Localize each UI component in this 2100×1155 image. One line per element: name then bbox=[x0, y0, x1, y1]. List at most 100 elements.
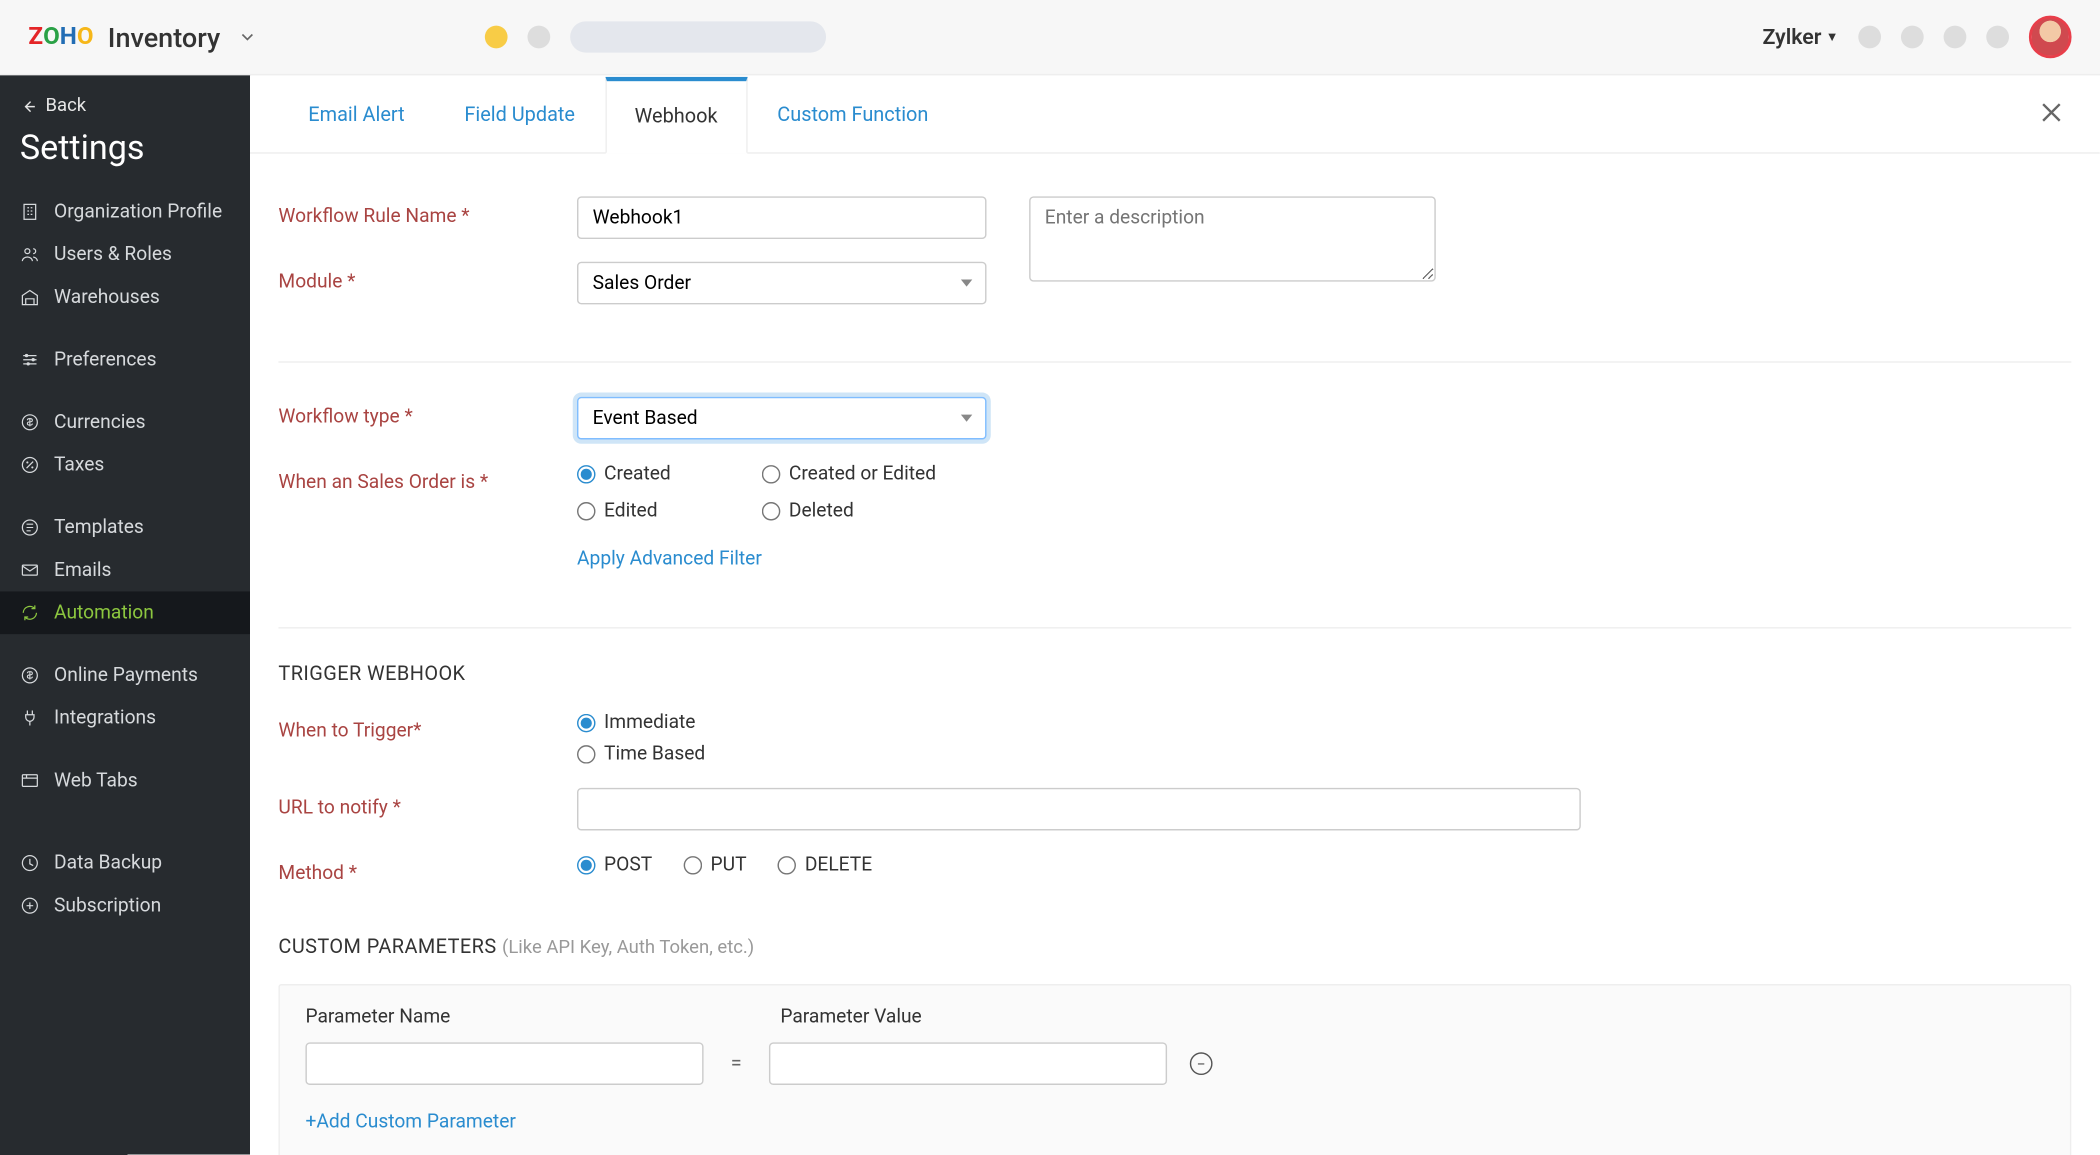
rule-name-label: Workflow Rule Name * bbox=[279, 196, 578, 227]
org-switcher[interactable]: Zylker ▼ bbox=[1762, 24, 1838, 50]
sliders-icon bbox=[20, 350, 40, 370]
sidebar-item-label: Data Backup bbox=[54, 852, 162, 875]
refresh-icon bbox=[20, 603, 40, 623]
sidebar-item-users[interactable]: Users & Roles bbox=[0, 233, 250, 276]
sidebar-item-emails[interactable]: Emails bbox=[0, 549, 250, 592]
param-name-header: Parameter Name bbox=[306, 1005, 704, 1028]
users-icon bbox=[20, 245, 40, 265]
radio-post[interactable]: POST bbox=[577, 853, 652, 876]
radio-immediate[interactable]: Immediate bbox=[577, 711, 705, 734]
radio-created[interactable]: Created bbox=[577, 462, 762, 485]
sidebar-item-preferences[interactable]: Preferences bbox=[0, 338, 250, 381]
back-label: Back bbox=[45, 95, 86, 116]
sidebar-item-label: Online Payments bbox=[54, 664, 198, 687]
product-name: Inventory bbox=[108, 21, 220, 54]
sidebar-item-integrations[interactable]: Integrations bbox=[0, 697, 250, 740]
sidebar-item-taxes[interactable]: Taxes bbox=[0, 444, 250, 487]
radio-label: Time Based bbox=[604, 742, 705, 765]
equals-sign: = bbox=[727, 1052, 747, 1075]
mail-icon bbox=[20, 560, 40, 580]
sidebar-item-label: Templates bbox=[54, 516, 144, 539]
warehouse-icon bbox=[20, 287, 40, 307]
workflow-type-select[interactable]: Event Based bbox=[577, 397, 986, 440]
rule-name-input[interactable] bbox=[577, 196, 986, 239]
sidebar-item-templates[interactable]: Templates bbox=[0, 506, 250, 549]
percent-icon bbox=[20, 455, 40, 475]
sidebar-item-webtabs[interactable]: Web Tabs bbox=[0, 759, 250, 802]
topbar-placeholders bbox=[485, 21, 826, 52]
radio-label: Immediate bbox=[604, 711, 695, 734]
tab-email-alert[interactable]: Email Alert bbox=[279, 77, 435, 152]
sidebar: Back Settings Organization Profile Users… bbox=[0, 75, 250, 1154]
sidebar-item-label: Automation bbox=[54, 601, 154, 624]
remove-param-icon[interactable]: − bbox=[1190, 1052, 1213, 1075]
plug-icon bbox=[20, 708, 40, 728]
param-name-input[interactable] bbox=[306, 1042, 704, 1085]
radio-label: Deleted bbox=[789, 499, 854, 522]
sidebar-item-warehouses[interactable]: Warehouses bbox=[0, 276, 250, 319]
backup-icon bbox=[20, 853, 40, 873]
back-link[interactable]: Back bbox=[0, 95, 250, 128]
sidebar-item-label: Integrations bbox=[54, 707, 156, 730]
radio-edited[interactable]: Edited bbox=[577, 499, 762, 522]
radio-label: Created or Edited bbox=[789, 462, 936, 485]
radio-delete[interactable]: DELETE bbox=[778, 853, 872, 876]
logo-area[interactable]: ZOHO Inventory bbox=[28, 21, 257, 54]
dollar-icon bbox=[20, 665, 40, 685]
params-section-header: CUSTOM PARAMETERS (Like API Key, Auth To… bbox=[279, 936, 2072, 959]
close-icon[interactable] bbox=[2037, 98, 2065, 126]
tabs: Email Alert Field Update Webhook Custom … bbox=[250, 77, 2100, 154]
sidebar-item-currencies[interactable]: Currencies bbox=[0, 401, 250, 444]
sidebar-item-label: Subscription bbox=[54, 894, 161, 917]
param-value-input[interactable] bbox=[769, 1042, 1167, 1085]
description-textarea[interactable] bbox=[1029, 196, 1436, 281]
radio-deleted[interactable]: Deleted bbox=[762, 499, 989, 522]
url-input[interactable] bbox=[577, 788, 1581, 831]
when-label: When an Sales Order is * bbox=[279, 462, 578, 493]
tab-label: Email Alert bbox=[309, 104, 405, 127]
radio-time-based[interactable]: Time Based bbox=[577, 742, 705, 765]
trigger-section-header: TRIGGER WEBHOOK bbox=[279, 663, 2072, 686]
param-value-header: Parameter Value bbox=[781, 1005, 1179, 1028]
advanced-filter-link[interactable]: Apply Advanced Filter bbox=[577, 547, 762, 570]
chevron-down-icon[interactable] bbox=[237, 27, 257, 47]
sub-icon bbox=[20, 896, 40, 916]
sidebar-item-label: Warehouses bbox=[54, 286, 160, 309]
module-select[interactable]: Sales Order bbox=[577, 262, 986, 305]
sidebar-item-label: Web Tabs bbox=[54, 769, 138, 792]
method-label: Method * bbox=[279, 853, 578, 884]
org-name-label: Zylker bbox=[1762, 24, 1821, 50]
dollar-icon bbox=[20, 412, 40, 432]
radio-created-edited[interactable]: Created or Edited bbox=[762, 462, 989, 485]
params-title: CUSTOM PARAMETERS bbox=[279, 936, 497, 959]
avatar[interactable] bbox=[2029, 16, 2072, 59]
sidebar-item-label: Currencies bbox=[54, 411, 145, 434]
when-trigger-label: When to Trigger* bbox=[279, 711, 578, 742]
params-hint: (Like API Key, Auth Token, etc.) bbox=[502, 937, 754, 958]
tab-field-update[interactable]: Field Update bbox=[435, 77, 605, 152]
topbar: ZOHO Inventory Zylker ▼ bbox=[0, 0, 2100, 75]
tab-webhook[interactable]: Webhook bbox=[605, 77, 748, 154]
radio-put[interactable]: PUT bbox=[684, 853, 747, 876]
module-label: Module * bbox=[279, 262, 578, 293]
sidebar-item-automation[interactable]: Automation bbox=[0, 591, 250, 634]
tab-label: Field Update bbox=[465, 104, 576, 127]
template-icon bbox=[20, 518, 40, 538]
settings-title: Settings bbox=[0, 128, 250, 191]
add-param-link[interactable]: +Add Custom Parameter bbox=[306, 1110, 516, 1133]
sidebar-item-backup[interactable]: Data Backup bbox=[0, 842, 250, 885]
tab-custom-function[interactable]: Custom Function bbox=[748, 77, 959, 152]
sidebar-item-label: Taxes bbox=[54, 454, 104, 477]
url-label: URL to notify * bbox=[279, 788, 578, 819]
sidebar-item-label: Preferences bbox=[54, 348, 156, 371]
radio-label: Created bbox=[604, 462, 671, 485]
radio-label: PUT bbox=[711, 853, 747, 876]
sidebar-item-label: Emails bbox=[54, 559, 111, 582]
radio-label: Edited bbox=[604, 499, 658, 522]
sidebar-item-subscription[interactable]: Subscription bbox=[0, 884, 250, 927]
sidebar-item-org-profile[interactable]: Organization Profile bbox=[0, 191, 250, 234]
workflow-type-label: Workflow type * bbox=[279, 397, 578, 428]
sidebar-item-label: Users & Roles bbox=[54, 243, 172, 266]
sidebar-item-payments[interactable]: Online Payments bbox=[0, 654, 250, 697]
main: Email Alert Field Update Webhook Custom … bbox=[250, 75, 2100, 1154]
